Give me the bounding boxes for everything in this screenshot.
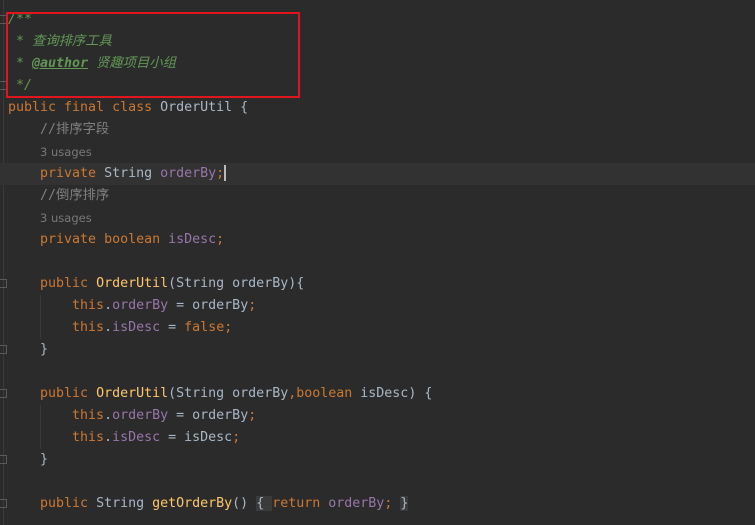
code-line: this.isDesc = isDesc; <box>0 427 755 449</box>
code-token-method: OrderUtil <box>96 386 169 401</box>
indent-guide <box>40 295 41 339</box>
code-token-kw: ; <box>232 430 241 445</box>
code-token-method: getOrderBy <box>152 496 233 511</box>
code-token-plain: isDesc) { <box>360 386 433 401</box>
code-token-plain: = isDesc <box>160 430 233 445</box>
code-line: private boolean isDesc; <box>0 229 755 251</box>
code-token-field: isDesc <box>168 232 217 247</box>
code-token-kw: public <box>8 386 97 401</box>
code-line: public final class OrderUtil { <box>0 97 755 119</box>
code-token-field: orderBy <box>160 166 217 181</box>
usages-hint[interactable]: 3 usages <box>0 207 755 229</box>
code-line: //倒序排序 <box>0 185 755 207</box>
code-line: } <box>0 449 755 471</box>
code-token-kw: ; <box>248 298 257 313</box>
fold-marker-icon[interactable] <box>0 499 7 508</box>
fold-marker-icon[interactable] <box>0 345 7 354</box>
code-token-plain: . <box>104 408 113 423</box>
annotation-highlight-box <box>6 12 300 98</box>
fold-marker-icon[interactable] <box>0 455 7 464</box>
code-token-plain: String <box>104 166 161 181</box>
code-token-plain: . <box>104 320 113 335</box>
code-token-kw: ; <box>216 166 225 181</box>
code-token-plain: String <box>96 496 153 511</box>
code-token-field: orderBy <box>112 408 169 423</box>
fold-marker-icon[interactable] <box>0 279 7 288</box>
code-token-kw: public <box>8 496 97 511</box>
code-token-plain: = <box>160 320 185 335</box>
code-token-kw: this <box>8 320 105 335</box>
code-token-method: OrderUtil <box>96 276 169 291</box>
code-line: this.orderBy = orderBy; <box>0 405 755 427</box>
code-token-plain: = orderBy <box>168 408 249 423</box>
code-token-plain: = orderBy <box>168 298 249 313</box>
code-token-cmt: //倒序排序 <box>8 188 110 203</box>
code-line: this.orderBy = orderBy; <box>0 295 755 317</box>
code-token-kw: ,boolean <box>288 386 361 401</box>
code-line: } <box>0 339 755 361</box>
code-token-plain: () <box>232 496 257 511</box>
usages-hint-label[interactable]: 3 usages <box>40 211 92 225</box>
code-token-kw: this <box>8 298 105 313</box>
code-token-kw: public <box>8 276 97 291</box>
code-token-kw: this <box>8 408 105 423</box>
code-token-plain: } <box>8 342 49 357</box>
code-token-kw: ; <box>248 408 257 423</box>
code-token-plain: . <box>104 298 113 313</box>
code-line: public String getOrderBy() { return orde… <box>0 493 755 515</box>
code-token-plain: } <box>8 452 49 467</box>
code-token-plain: (String orderBy){ <box>168 276 305 291</box>
fold-marker-icon[interactable] <box>0 389 7 398</box>
code-line: public OrderUtil(String orderBy){ <box>0 273 755 295</box>
usages-hint-label[interactable]: 3 usages <box>40 145 92 159</box>
code-token-kw: public final class <box>8 100 161 115</box>
code-token-kw: private boolean <box>8 232 169 247</box>
code-token-cmt: //排序字段 <box>8 122 110 137</box>
code-token-field: orderBy <box>328 496 385 511</box>
text-caret <box>224 165 227 181</box>
code-token-plain: . <box>104 430 113 445</box>
code-line: this.isDesc = false; <box>0 317 755 339</box>
code-token-kw: false; <box>184 320 233 335</box>
code-token-field: orderBy <box>112 298 169 313</box>
code-token-fold: { <box>256 496 273 511</box>
code-token-kw: return <box>272 496 329 511</box>
code-token-kw: ; <box>216 232 225 247</box>
code-token-field: isDesc <box>112 320 161 335</box>
code-token-field: isDesc <box>112 430 161 445</box>
code-token-fold: } <box>400 496 409 511</box>
code-token-kw: this <box>8 430 105 445</box>
code-line: //排序字段 <box>0 119 755 141</box>
code-token-kw: ; <box>384 496 401 511</box>
code-token-kw: private <box>8 166 105 181</box>
code-token-plain: (String orderBy <box>168 386 289 401</box>
usages-hint[interactable]: 3 usages <box>0 141 755 163</box>
code-line: private String orderBy; <box>0 163 755 185</box>
code-line: public OrderUtil(String orderBy,boolean … <box>0 383 755 405</box>
indent-guide <box>40 405 41 449</box>
code-token-plain: OrderUtil { <box>160 100 249 115</box>
